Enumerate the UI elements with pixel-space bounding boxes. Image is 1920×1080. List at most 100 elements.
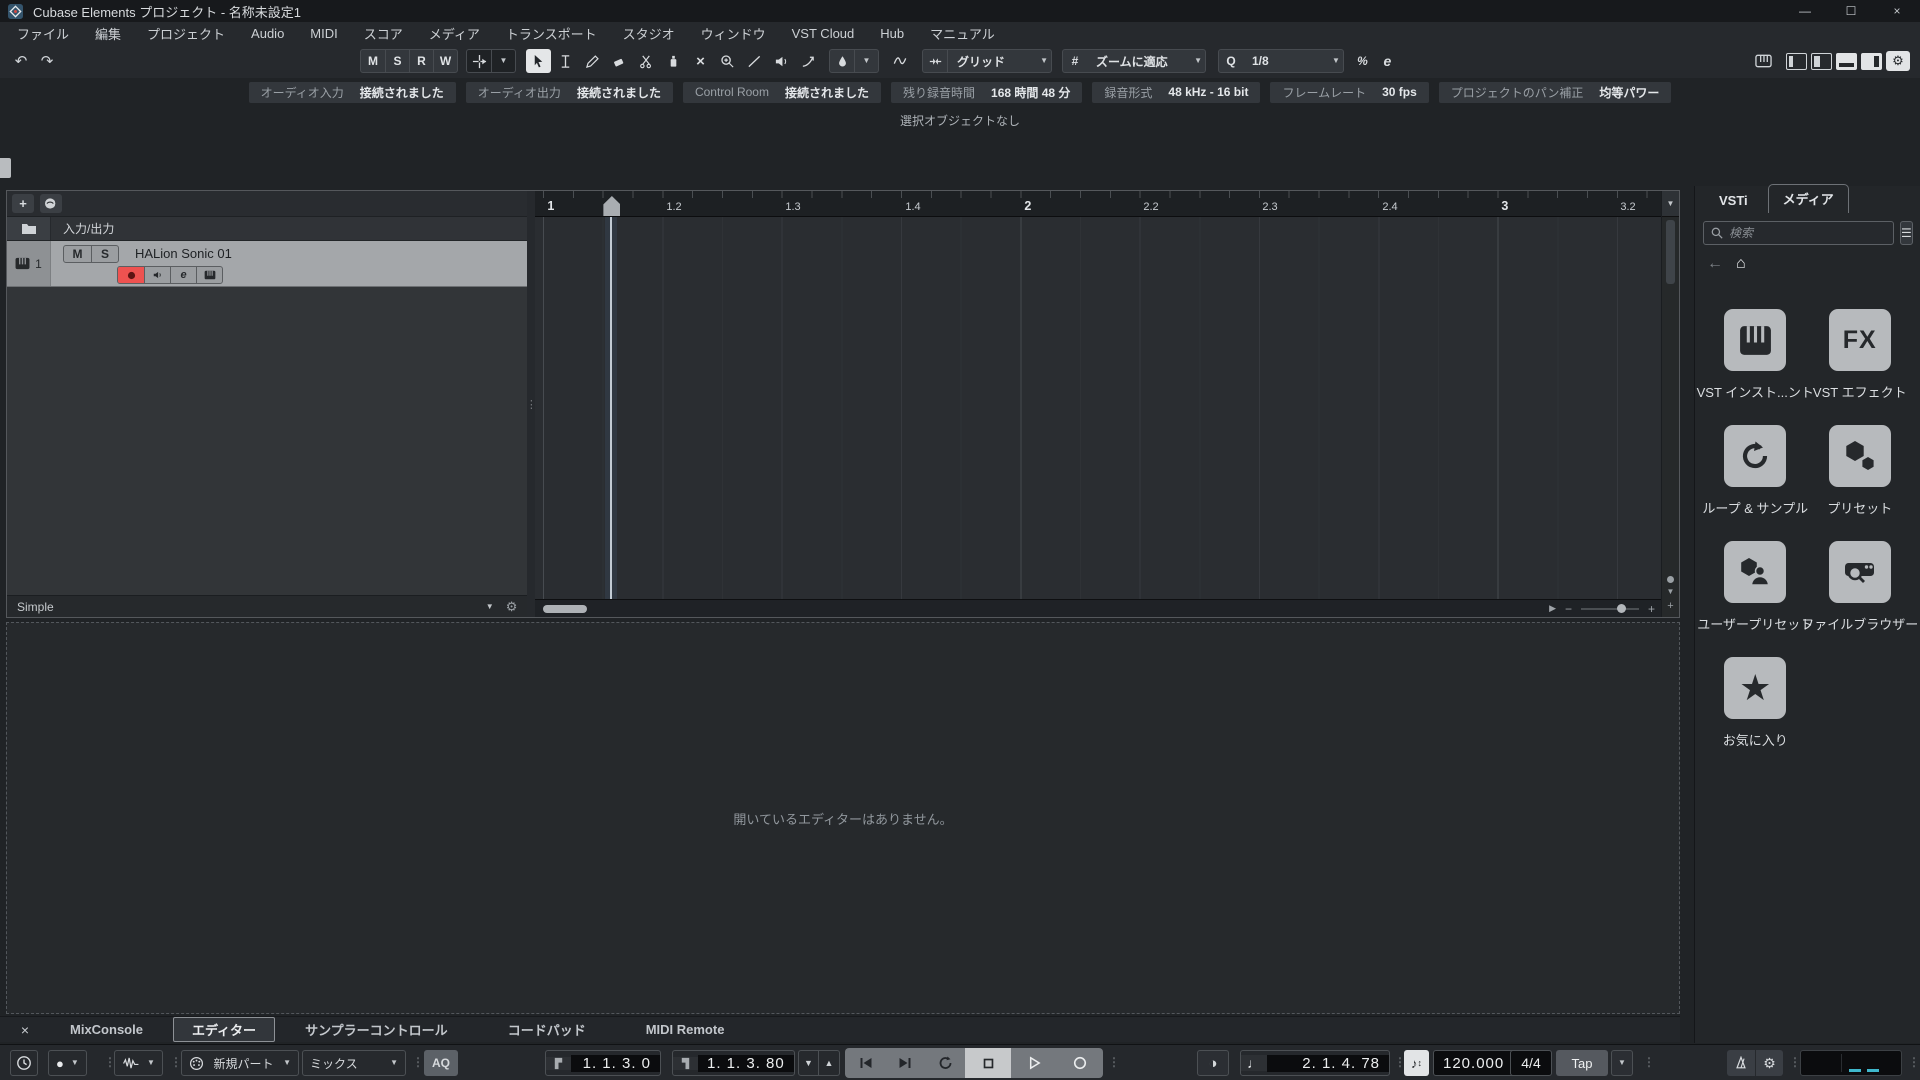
record-mode-dropdown[interactable]: ● ▼ xyxy=(48,1050,87,1076)
tab-media[interactable]: メディア xyxy=(1767,184,1849,213)
color-tool-icon[interactable] xyxy=(830,50,854,72)
menu-window[interactable]: ウィンドウ xyxy=(688,24,779,43)
add-track-button[interactable]: + xyxy=(12,194,34,213)
output-level-meter[interactable] xyxy=(1800,1050,1902,1076)
auto-quantize-button[interactable]: AQ xyxy=(424,1050,458,1076)
tile-presets[interactable]: プリセット xyxy=(1808,425,1912,517)
left-locator-time[interactable]: 1. 1. 3. 0 xyxy=(571,1054,660,1072)
project-cursor-handle[interactable] xyxy=(603,196,621,216)
cycle-button[interactable] xyxy=(925,1048,965,1078)
color-tool-caret[interactable]: ▼ xyxy=(854,50,878,72)
tab-editor[interactable]: エディター xyxy=(172,1017,276,1042)
tempo-value[interactable]: 120.000 xyxy=(1434,1054,1514,1072)
glue-tool[interactable] xyxy=(661,49,686,73)
draw-tool[interactable] xyxy=(580,49,605,73)
record-enable-button[interactable] xyxy=(118,267,144,283)
horizontal-zoom-slider[interactable] xyxy=(1581,603,1639,613)
menu-file[interactable]: ファイル xyxy=(4,24,82,43)
preset-caret-icon[interactable]: ▼ xyxy=(486,602,494,611)
menu-score[interactable]: スコア xyxy=(351,24,416,43)
track-mute-button[interactable]: M xyxy=(64,246,91,262)
tempo-track-toggle[interactable]: ♪ ↕ xyxy=(1404,1050,1429,1076)
primary-time-display[interactable]: ♩ 2. 1. 4. 78 xyxy=(1240,1050,1390,1076)
mute-tool[interactable]: × xyxy=(688,49,713,73)
snap-icon[interactable] xyxy=(923,50,947,72)
zoom-slider-knob[interactable] xyxy=(1617,603,1626,613)
right-locator[interactable]: 1. 1. 3. 80 xyxy=(672,1050,795,1076)
vertical-zoom-knob[interactable] xyxy=(1667,576,1674,583)
tile-loops-samples[interactable]: ループ & サンプル xyxy=(1702,425,1808,517)
go-to-start-button[interactable] xyxy=(845,1048,885,1078)
menu-vst-cloud[interactable]: VST Cloud xyxy=(779,26,868,41)
search-box[interactable] xyxy=(1703,221,1894,245)
track-list-divider[interactable]: ⋮ xyxy=(526,191,537,617)
punch-out-button[interactable]: ▲ xyxy=(819,1050,840,1076)
lower-zone-toggle[interactable] xyxy=(1836,52,1857,70)
vertical-zoom-caret[interactable]: ▼ xyxy=(1667,587,1675,596)
auto-scroll-options-caret[interactable]: ▼ xyxy=(491,50,515,72)
transport-settings-button[interactable] xyxy=(10,1050,38,1076)
read-automation-button[interactable]: R xyxy=(409,50,433,72)
left-zone-toggle[interactable] xyxy=(1786,52,1807,70)
search-input[interactable] xyxy=(1729,226,1886,240)
monitor-button[interactable] xyxy=(144,267,170,283)
minimize-button[interactable]: — xyxy=(1782,0,1828,22)
instrument-track-row[interactable]: 1 M S HALion Sonic 01 e xyxy=(7,241,528,287)
racks-keyboard-icon[interactable] xyxy=(1750,49,1776,73)
time-signature[interactable]: 4/4 xyxy=(1510,1050,1552,1076)
menu-audio[interactable]: Audio xyxy=(238,26,297,41)
setup-toolbar-gear-icon[interactable]: ⚙ xyxy=(1886,51,1910,71)
track-solo-button[interactable]: S xyxy=(91,245,118,262)
tab-mixconsole[interactable]: MixConsole xyxy=(40,1020,173,1039)
right-zone-toggle[interactable] xyxy=(1861,52,1882,70)
tile-vst-instruments[interactable]: VST インスト...ント xyxy=(1697,309,1814,401)
back-icon[interactable]: ← xyxy=(1707,255,1723,273)
line-tool[interactable] xyxy=(742,49,767,73)
object-selection-tool[interactable] xyxy=(526,49,551,73)
automation-follows-events-icon[interactable] xyxy=(887,49,912,73)
menu-project[interactable]: プロジェクト xyxy=(134,24,238,43)
home-icon[interactable]: ⌂ xyxy=(1736,255,1746,273)
iterative-quantize-icon[interactable]: % xyxy=(1350,49,1375,73)
zoom-in-icon[interactable]: + xyxy=(1648,602,1655,616)
metronome-button[interactable] xyxy=(1727,1050,1755,1076)
midi-insert-mode-dropdown[interactable]: 新規パート ▼ xyxy=(181,1050,299,1076)
tab-chord-pads[interactable]: コードパッド xyxy=(478,1018,616,1041)
grid-type-dropdown[interactable]: ズームに適応 ▼ xyxy=(1087,50,1205,72)
track-name[interactable]: HALion Sonic 01 xyxy=(135,246,232,261)
tile-file-browser[interactable]: ファイルブラウザー xyxy=(1801,541,1918,633)
tap-tempo-button[interactable]: Tap xyxy=(1556,1050,1608,1076)
menu-edit[interactable]: 編集 xyxy=(82,24,134,43)
track-list-settings-gear-icon[interactable]: ⚙ xyxy=(506,599,518,615)
redo-icon[interactable]: ↷ xyxy=(34,49,60,73)
auto-scroll-icon[interactable] xyxy=(467,50,491,72)
ramp-curve-icon[interactable] xyxy=(796,49,821,73)
horizontal-scrollbar[interactable]: ▶ − + xyxy=(535,599,1662,617)
undo-icon[interactable]: ↶ xyxy=(8,49,34,73)
menu-hub[interactable]: Hub xyxy=(867,26,917,41)
track-list-empty-area[interactable] xyxy=(7,287,528,595)
quantize-preset-dropdown[interactable]: 1/8 ▼ xyxy=(1243,50,1343,72)
cycle-follow-button[interactable]: ◑ xyxy=(1197,1050,1229,1076)
instrument-button[interactable] xyxy=(196,267,222,283)
tile-user-presets[interactable]: ユーザープリセット xyxy=(1697,541,1813,633)
horizontal-scroll-thumb[interactable] xyxy=(543,604,588,613)
tile-vst-effects[interactable]: FX VST エフェクト xyxy=(1808,309,1912,401)
metronome-settings-gear-icon[interactable]: ⚙ xyxy=(1755,1050,1783,1076)
menu-studio[interactable]: スタジオ xyxy=(610,24,688,43)
tab-sampler-control[interactable]: サンプラーコントロール xyxy=(275,1018,478,1041)
midi-merge-mode-dropdown[interactable]: ミックス ▼ xyxy=(302,1050,406,1076)
solo-all-button[interactable]: S xyxy=(385,50,409,72)
menu-midi[interactable]: MIDI xyxy=(297,26,350,41)
timeline-ruler[interactable]: 1 1.2 1.3 1.4 2 2.2 2.3 2.4 3 3.2 xyxy=(535,191,1662,217)
event-display-area[interactable] xyxy=(535,217,1662,599)
play-button[interactable] xyxy=(1011,1048,1057,1078)
vertical-zoom-in-icon[interactable]: + xyxy=(1667,600,1673,612)
menu-media[interactable]: メディア xyxy=(416,24,493,43)
inspector-toggle[interactable] xyxy=(1811,52,1832,70)
play-audition-tool[interactable] xyxy=(769,49,794,73)
edit-instrument-button[interactable]: e xyxy=(170,267,196,283)
right-locator-time[interactable]: 1. 1. 3. 80 xyxy=(698,1054,794,1072)
tab-midi-remote[interactable]: MIDI Remote xyxy=(616,1020,755,1039)
menu-manual[interactable]: マニュアル xyxy=(917,24,1008,43)
